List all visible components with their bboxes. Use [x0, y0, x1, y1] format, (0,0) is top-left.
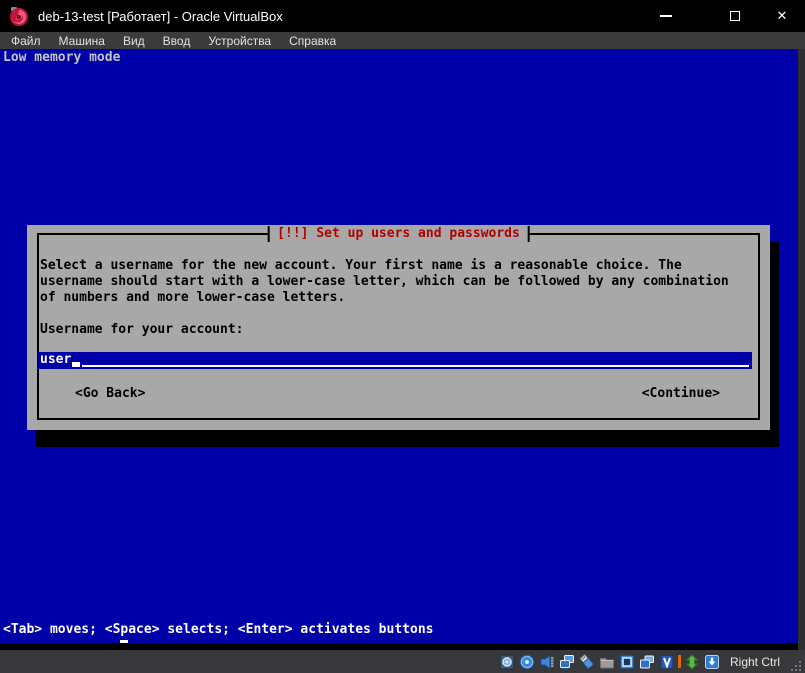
virtualbox-logo-icon [8, 5, 30, 27]
hard-disks-icon[interactable] [499, 653, 516, 670]
vm-right-edge [798, 49, 805, 650]
minimize-button[interactable] [643, 0, 689, 32]
mouse-integration-icon[interactable] [684, 653, 701, 670]
menu-file[interactable]: Файл [2, 32, 50, 49]
menu-view[interactable]: Вид [114, 32, 154, 49]
menu-devices[interactable]: Устройства [199, 32, 280, 49]
title-bar: deb-13-test [Работает] - Oracle VirtualB… [0, 0, 805, 32]
menu-help-label: Справка [289, 34, 336, 48]
menu-input[interactable]: Ввод [154, 32, 200, 49]
menu-machine[interactable]: Машина [50, 32, 114, 49]
status-bar: Right Ctrl [0, 650, 805, 673]
minimize-icon [660, 15, 672, 17]
network-icon[interactable] [559, 653, 576, 670]
audio-icon[interactable] [539, 653, 556, 670]
username-input[interactable]: user [38, 352, 752, 369]
close-icon: ✕ [777, 8, 788, 24]
resize-grip-icon[interactable] [789, 659, 802, 672]
menu-help[interactable]: Справка [280, 32, 345, 49]
body-line: username should start with a lower-case … [40, 274, 757, 290]
window-controls: ✕ [643, 0, 805, 32]
shared-folders-icon[interactable] [599, 653, 616, 670]
username-field-label: Username for your account: [40, 322, 244, 338]
display-icon[interactable] [619, 653, 636, 670]
menu-input-label: Ввод [163, 34, 191, 48]
maximize-button[interactable] [712, 0, 758, 32]
dialog-body-text: Select a username for the new account. Y… [40, 258, 757, 306]
text-cursor [72, 362, 80, 367]
host-key-label: Right Ctrl [730, 655, 780, 669]
input-underline [82, 352, 749, 367]
installer-screen: Low memory mode [!!] Set up users and pa… [0, 49, 798, 643]
menu-bar: Файл Машина Вид Ввод Устройства Справка [0, 32, 805, 49]
username-input-value: user [38, 352, 71, 369]
continue-button[interactable]: <Continue> [642, 386, 720, 402]
menu-machine-label: Машина [59, 34, 105, 48]
go-back-button[interactable]: <Go Back> [75, 386, 145, 402]
vm-display[interactable]: Low memory mode [!!] Set up users and pa… [0, 49, 805, 650]
body-line: Select a username for the new account. Y… [40, 258, 757, 274]
keyboard-icon[interactable] [704, 653, 721, 670]
dialog-buttons: <Go Back> <Continue> [40, 386, 757, 402]
optical-drives-icon[interactable] [519, 653, 536, 670]
window-title: deb-13-test [Работает] - Oracle VirtualB… [38, 9, 283, 24]
menu-view-label: Вид [123, 34, 145, 48]
close-button[interactable]: ✕ [759, 0, 805, 32]
terminal-cursor [120, 640, 128, 643]
low-memory-mode-text: Low memory mode [3, 50, 120, 66]
usb-icon[interactable] [579, 653, 596, 670]
menu-file-label: Файл [11, 34, 41, 48]
maximize-icon [730, 11, 740, 21]
setup-users-dialog: [!!] Set up users and passwords Select a… [27, 225, 770, 430]
body-line: of numbers and more lower-case letters. [40, 290, 757, 306]
features-activity-indicator [678, 655, 681, 668]
recording-icon[interactable] [639, 653, 656, 670]
features-icon[interactable] [659, 653, 676, 670]
dialog-title: [!!] Set up users and passwords [267, 226, 530, 242]
keyboard-help-line: <Tab> moves; <Space> selects; <Enter> ac… [3, 622, 433, 638]
menu-devices-label: Устройства [208, 34, 271, 48]
